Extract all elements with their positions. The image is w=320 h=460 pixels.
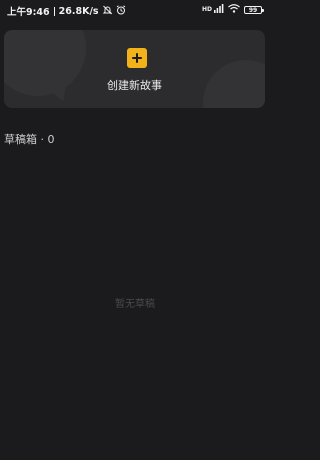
status-separator [53, 6, 55, 16]
plus-icon [127, 48, 147, 68]
create-new-story-label: 创建新故事 [107, 79, 162, 92]
status-bar: 上午9:46 26.8K/s HD 99 [0, 0, 270, 20]
create-new-story-button[interactable]: 创建新故事 [4, 30, 265, 108]
signal-type: HD [201, 6, 212, 13]
wifi-icon [228, 4, 240, 16]
status-right: HD 99 [201, 4, 264, 16]
empty-drafts-message: 暂无草稿 [115, 299, 155, 310]
notification-mute-icon [102, 5, 113, 18]
cell-signal-icon [214, 4, 224, 16]
status-time: 上午9:46 [7, 7, 50, 18]
alarm-clock-icon [116, 4, 126, 18]
network-speed: 26.8K/s [58, 5, 99, 17]
status-left: 上午9:46 26.8K/s [7, 4, 126, 18]
drafts-section-title: 草稿箱 · 0 [4, 133, 55, 146]
battery-icon: 99 [244, 6, 264, 14]
